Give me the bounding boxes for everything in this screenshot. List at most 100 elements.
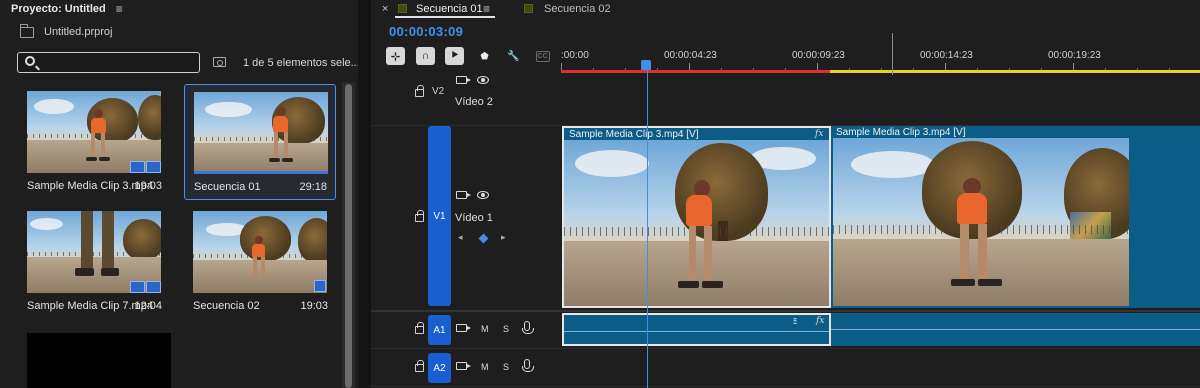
playhead-handle[interactable] [641,60,651,70]
track-headers: V2 Vídeo 2 V1 Vídeo 1 ◂ ▸ A1 M S A2 M S [371,74,561,388]
media-item-duration: 19:03 [134,180,162,192]
selection-count: 1 de 5 elementos sele... [243,57,360,69]
playhead-line[interactable] [647,70,648,388]
track-header-v1[interactable]: V1 Vídeo 1 ◂ ▸ [371,126,561,310]
tab-secuencia-01[interactable]: Secuencia 01 [416,3,483,15]
project-panel: Proyecto: Untitled ≡ Untitled.prproj 1 d… [0,0,360,388]
linked-selection-button[interactable]: ∩ [416,47,435,65]
track-target-a1[interactable]: A1 [428,315,451,345]
snap-button[interactable]: ⊹ [386,47,405,65]
tab-secuencia-02[interactable]: Secuencia 02 [544,3,611,15]
track-name: Vídeo 1 [455,212,493,224]
eye-icon[interactable] [477,76,489,84]
add-keyframe-icon[interactable] [478,233,489,244]
lock-icon[interactable] [415,210,424,222]
track-target-a2[interactable]: A2 [428,353,451,383]
timeline-panel: × Secuencia 01 ≡ Secuencia 02 00:00:03:0… [371,0,1200,388]
camera-sync-icon[interactable] [456,362,471,370]
close-tab-icon[interactable]: × [382,3,388,15]
media-item-black-thumbnail[interactable] [27,333,171,388]
track-target-v1[interactable]: V1 [428,126,451,306]
mute-button[interactable]: M [481,324,489,334]
solo-button[interactable]: S [503,362,509,372]
camera-sync-icon[interactable] [456,191,471,199]
add-marker-icon: ⯈ [450,49,459,62]
ruler-label: 00:00:09:23 [792,50,845,61]
sequence-thumbnail [193,211,327,293]
clip-thumbnail [27,211,161,293]
track-name: Vídeo 2 [455,96,493,108]
project-panel-header: Proyecto: Untitled ≡ [0,0,358,18]
clip-frame-image [564,140,829,306]
camera-sync-icon[interactable] [456,324,471,332]
solo-button[interactable]: S [503,324,509,334]
lock-icon[interactable] [415,85,424,97]
linked-selection-icon: ∩ [421,50,430,62]
media-item-name: Secuencia 01 [194,181,261,193]
ruler-label: 00:00:14:23 [920,50,973,61]
captions-icon: CC [535,50,550,62]
ruler-label: :00:00 [561,50,589,61]
microphone-icon[interactable] [522,321,534,334]
new-search-bin-icon[interactable] [213,57,226,67]
media-item-sequence-01[interactable]: Secuencia 01 29:18 [184,84,336,200]
media-item-duration: 19:03 [300,300,328,312]
track-id[interactable]: V2 [432,86,444,97]
video-clip[interactable]: Sample Media Clip 3.mp4 [V] fx [562,126,831,308]
fx-badge-icon: fx [815,129,824,139]
microphone-icon[interactable] [522,359,534,372]
ruler-label: 00:00:19:23 [1048,50,1101,61]
add-marker-button[interactable]: ⯈ [445,47,464,65]
work-area-bar-rendered [561,70,830,73]
mute-button[interactable]: M [481,362,489,372]
sequence-badge-icon [314,280,326,292]
track-header-a2[interactable]: A2 M S [371,350,561,386]
media-item-duration: 12:04 [134,300,162,312]
clip-frame-image [833,138,1129,306]
lock-icon[interactable] [415,360,424,372]
active-tab-indicator [395,16,495,18]
ruler-edit-point [892,33,893,75]
audio-clip[interactable] [831,313,1200,346]
track-area[interactable]: Sample Media Clip 3.mp4 [V] fx Sample Me… [371,74,1200,388]
sequence-thumbnail [194,92,328,174]
search-icon [25,56,35,66]
wrench-icon: 🔧 [507,50,520,62]
track-header-v2[interactable]: V2 Vídeo 2 [371,74,561,126]
snap-icon: ⊹ [390,50,401,63]
lock-icon[interactable] [415,322,424,334]
next-keyframe-icon[interactable]: ▸ [501,232,506,243]
waveform-icon: ⫶⫶⫶ [793,317,797,326]
playhead-timecode[interactable]: 00:00:03:09 [389,24,463,39]
video-clip[interactable]: Sample Media Clip 3.mp4 [V] [831,126,1200,308]
track-header-a1[interactable]: A1 M S [371,312,561,348]
fx-badge-icon: fx [816,316,825,326]
previous-keyframe-icon[interactable]: ◂ [458,232,463,243]
search-input[interactable] [44,55,194,70]
time-ruler[interactable]: :00:00 00:00:04:23 00:00:09:23 00:00:14:… [561,44,1200,74]
project-panel-title: Proyecto: Untitled [11,3,106,15]
panel-divider[interactable] [358,0,371,388]
media-item-name: Secuencia 02 [193,300,260,312]
media-item-sequence-02[interactable]: Secuencia 02 19:03 [184,204,336,320]
audio-level-line [564,331,829,332]
camera-sync-icon[interactable] [456,76,471,84]
audio-video-badge-icon [129,281,161,293]
project-scrollbar-thumb[interactable] [345,84,352,388]
tab-menu-icon[interactable]: ≡ [483,2,490,16]
marker-button[interactable]: ⬟ [475,47,494,65]
sequence-color-swatch [398,4,407,13]
clip-label: Sample Media Clip 3.mp4 [V] [569,129,699,140]
audio-video-badge-icon [129,161,161,173]
captions-button[interactable]: CC [533,47,552,65]
eye-icon[interactable] [477,191,489,199]
media-item-clip-3[interactable]: Sample Media Clip 3.mp4 19:03 [18,84,170,200]
panel-menu-icon[interactable]: ≡ [116,2,123,16]
clip-thumbnail [27,91,161,173]
audio-clip[interactable]: ⫶⫶⫶ fx [562,313,831,346]
media-item-duration: 29:18 [299,181,327,193]
settings-button[interactable]: 🔧 [504,47,523,65]
audio-level-line [831,329,1200,330]
search-field[interactable] [17,52,200,73]
media-item-clip-7[interactable]: Sample Media Clip 7.mp4 12:04 [18,204,170,320]
